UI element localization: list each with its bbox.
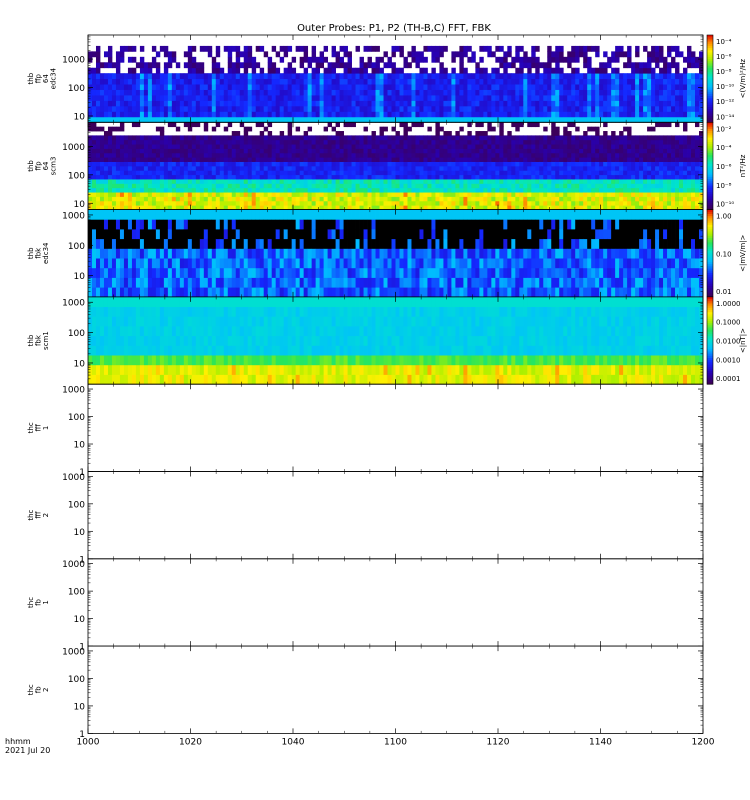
ytick-label: 100 bbox=[68, 329, 85, 339]
ytick-label: 10 bbox=[74, 112, 86, 122]
panel-7: 1101001000thc fb 1 bbox=[27, 558, 704, 653]
ytick-label: 1000 bbox=[62, 560, 85, 570]
ytick-label: 10 bbox=[74, 200, 86, 210]
xtick-label: 1020 bbox=[179, 737, 202, 747]
colorbar-label-4: <|nT|> bbox=[739, 328, 747, 353]
ytick-label: 100 bbox=[68, 588, 85, 598]
ytick-label: 100 bbox=[68, 84, 85, 94]
colorbar-tick-label: 0.0100 bbox=[716, 338, 741, 346]
colorbar-tick-label: 0.10 bbox=[716, 250, 732, 258]
panel-frame-6 bbox=[87, 471, 704, 560]
colorbar-tick-label: 10⁻⁸ bbox=[716, 182, 732, 190]
colorbar-tick-label: 0.1000 bbox=[716, 319, 741, 327]
ytick-label: 100 bbox=[68, 171, 85, 181]
colorbar-tick-label: 10⁻⁴ bbox=[716, 144, 732, 152]
colorbar-tick-label: 1.0000 bbox=[716, 300, 741, 308]
x-axis: 1000 1020 1040 1100 1120 1140 1200 bbox=[77, 737, 715, 747]
panel-5: 1101001000thc fff 1 bbox=[27, 383, 704, 478]
colorbar-tick-label: 10⁻¹⁰ bbox=[716, 201, 734, 209]
ytick-label: 10 bbox=[74, 272, 86, 282]
chart-title: Outer Probes: P1, P2 (TH-B,C) FFT, FBK bbox=[297, 23, 491, 34]
panel-ylabel-line: 1 bbox=[42, 600, 50, 604]
panel-ylabel-line: edc34 bbox=[50, 67, 58, 89]
ytick-label: 1000 bbox=[62, 143, 85, 153]
panel-ylabel-line: edc34 bbox=[42, 242, 50, 264]
colorbar-tick-label: 0.01 bbox=[716, 288, 732, 296]
colorbar-tick-label: 10⁻⁸ bbox=[716, 68, 732, 76]
panel-1: 101001000thb ffp 64 edc3410⁻⁴10⁻⁶10⁻⁸10⁻¹⁰1… bbox=[27, 34, 747, 123]
colorbar-tick-label: 0.0010 bbox=[716, 356, 741, 364]
colorbar-tick-label: 10⁻¹⁰ bbox=[716, 83, 734, 91]
time-label-hhmm: hhmm bbox=[5, 737, 31, 746]
xtick-label: 1140 bbox=[589, 737, 612, 747]
panel-ylabel-line: 1 bbox=[42, 426, 50, 430]
colorbar-label-3: <|mV/m|> bbox=[739, 235, 747, 272]
panel-frame-8 bbox=[87, 645, 704, 734]
ytick-label: 1000 bbox=[62, 647, 85, 657]
panel-stack: 101001000thb ffp 64 edc3410⁻⁴10⁻⁶10⁻⁸10⁻¹⁰1… bbox=[27, 34, 747, 740]
colorbar-tick-label: 10⁻¹⁴ bbox=[716, 113, 734, 121]
colorbar-tick-label: 1.00 bbox=[716, 213, 732, 221]
colorbar-tick-label: 10⁻¹² bbox=[716, 98, 734, 106]
ytick-label: 10 bbox=[74, 615, 86, 625]
colorbar-tick-label: 10⁻⁶ bbox=[716, 53, 732, 61]
colorbar-tick-label: 10⁻² bbox=[716, 125, 732, 133]
xtick-label: 1040 bbox=[282, 737, 305, 747]
colorbar-tick-label: 0.0001 bbox=[716, 375, 741, 383]
colorbar-label-2: nT²/Hz bbox=[739, 154, 747, 177]
xtick-label: 1000 bbox=[77, 737, 100, 747]
ytick-label: 1000 bbox=[62, 211, 85, 221]
panel-2: 101001000thb ffp 64 scm310⁻²10⁻⁴10⁻⁶10⁻⁸10⁻… bbox=[27, 121, 747, 211]
panel-frame-7 bbox=[87, 558, 704, 647]
ytick-label: 100 bbox=[68, 413, 85, 423]
panel-frame-5 bbox=[87, 383, 704, 472]
xtick-label: 1100 bbox=[384, 737, 407, 747]
ytick-label: 1000 bbox=[62, 473, 85, 483]
panel-3: 101001000thb fbk edc341.000.100.01<|mV/m|> bbox=[27, 209, 747, 298]
ytick-label: 10 bbox=[74, 528, 86, 538]
ytick-label: 10 bbox=[74, 441, 86, 451]
ytick-label: 100 bbox=[68, 242, 85, 252]
panel-4: 101001000thb fbk scm11.00000.10000.01000.0… bbox=[27, 296, 747, 385]
ytick-label: 1000 bbox=[62, 299, 85, 309]
ytick-label: 1000 bbox=[62, 56, 85, 66]
panel-ylabel-line: scm1 bbox=[42, 331, 50, 350]
panel-ylabel-line: 2 bbox=[42, 513, 50, 517]
xtick-label: 1200 bbox=[692, 737, 715, 747]
colorbar-label-1: <(V/m)²/Hz bbox=[739, 59, 747, 99]
colorbar-tick-label: 10⁻⁶ bbox=[716, 163, 732, 171]
panel-8: 1101001000thc fb 2 bbox=[27, 645, 704, 740]
panel-6: 1101001000thc fff 2 bbox=[27, 471, 704, 565]
ytick-label: 100 bbox=[68, 675, 85, 685]
ytick-label: 100 bbox=[68, 500, 85, 510]
time-label-date: 2021 Jul 20 bbox=[5, 746, 50, 755]
figure: Outer Probes: P1, P2 (TH-B,C) FFT, FBK 1… bbox=[5, 23, 747, 755]
ytick-label: 10 bbox=[74, 702, 86, 712]
colorbar-tick-label: 10⁻⁴ bbox=[716, 38, 732, 46]
xtick-label: 1120 bbox=[487, 737, 510, 747]
panel-ylabel-line: 2 bbox=[42, 688, 50, 692]
ytick-label: 10 bbox=[74, 359, 86, 369]
panel-ylabel-line: scm3 bbox=[50, 157, 58, 176]
ytick-label: 1000 bbox=[62, 386, 85, 396]
